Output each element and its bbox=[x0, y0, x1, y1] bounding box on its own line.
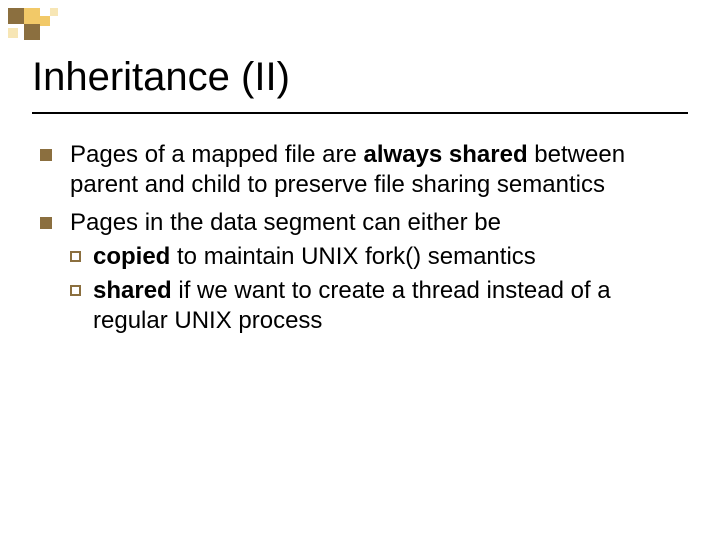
slide-title: Inheritance (II) bbox=[32, 55, 688, 100]
deco-square bbox=[40, 16, 50, 26]
text-run: to maintain UNIX fork() semantics bbox=[170, 243, 535, 270]
title-underline bbox=[32, 112, 688, 114]
slide-content: Pages of a mapped file are always shared… bbox=[40, 140, 680, 344]
sub-bullet-text: shared if we want to create a thread ins… bbox=[93, 276, 680, 336]
sub-bullet-text: copied to maintain UNIX fork() semantics bbox=[93, 242, 680, 272]
bullet-text: Pages of a mapped file are always shared… bbox=[70, 140, 680, 200]
text-bold: copied bbox=[93, 243, 170, 270]
bullet-item: Pages in the data segment can either be … bbox=[40, 208, 680, 336]
slide: Inheritance (II) Pages of a mapped file … bbox=[0, 0, 720, 540]
sub-bullet-item: shared if we want to create a thread ins… bbox=[70, 276, 680, 336]
hollow-square-bullet-icon bbox=[70, 285, 81, 296]
deco-square bbox=[8, 8, 24, 24]
deco-square bbox=[8, 28, 18, 38]
bullet-text: Pages in the data segment can either be … bbox=[70, 208, 680, 336]
square-bullet-icon bbox=[40, 217, 52, 229]
bullet-item: Pages of a mapped file are always shared… bbox=[40, 140, 680, 200]
sub-bullet-item: copied to maintain UNIX fork() semantics bbox=[70, 242, 680, 272]
square-bullet-icon bbox=[40, 149, 52, 161]
hollow-square-bullet-icon bbox=[70, 251, 81, 262]
text-run: Pages of a mapped file are bbox=[70, 141, 364, 168]
text-run: Pages in the data segment can either be bbox=[70, 209, 501, 236]
corner-decoration bbox=[8, 8, 68, 48]
deco-square bbox=[24, 24, 40, 40]
deco-square bbox=[24, 8, 40, 24]
deco-square bbox=[50, 8, 58, 16]
text-bold: shared bbox=[93, 277, 172, 304]
text-bold: always shared bbox=[364, 141, 528, 168]
